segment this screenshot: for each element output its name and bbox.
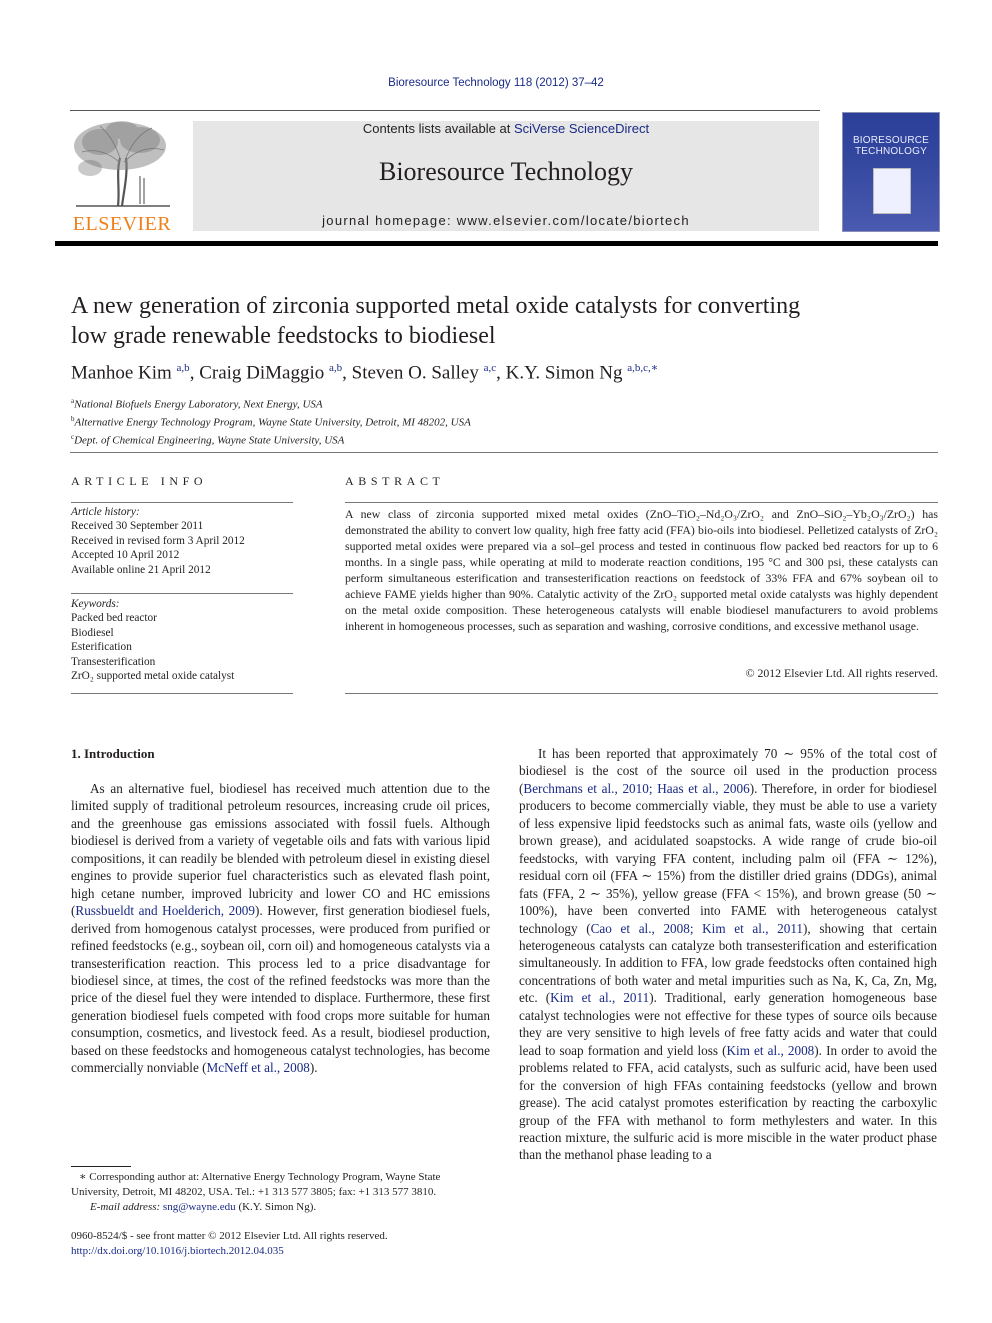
section-rule bbox=[70, 452, 938, 453]
journal-citation-link[interactable]: Bioresource Technology 118 (2012) 37–42 bbox=[0, 77, 992, 89]
masthead-thick-rule bbox=[55, 241, 938, 246]
affiliation-text: Dept. of Chemical Engineering, Wayne Sta… bbox=[74, 434, 345, 447]
citation-link[interactable]: Cao et al., 2008; Kim et al., 2011 bbox=[591, 921, 803, 936]
body-text: ). bbox=[309, 1060, 318, 1076]
email-label: E-mail address: bbox=[90, 1201, 163, 1213]
article-info-heading: ARTICLE INFO bbox=[71, 474, 208, 488]
cover-title-line1: BIORESOURCE bbox=[852, 135, 930, 146]
article-info-rule bbox=[71, 593, 293, 594]
author-name: K.Y. Simon Ng bbox=[505, 362, 623, 384]
abstract-heading: ABSTRACT bbox=[345, 474, 445, 488]
corresponding-author-footnote: ∗ Corresponding author at: Alternative E… bbox=[71, 1170, 490, 1215]
affiliation-item: bAlternative Energy Technology Program, … bbox=[71, 412, 471, 430]
author-affil-link[interactable]: a,c bbox=[484, 362, 497, 374]
keyword-item: ZrO₂ supported metal oxide catalyst bbox=[71, 670, 235, 683]
history-label: Article history: bbox=[71, 506, 140, 518]
article-history: Article history: Received 30 September 2… bbox=[71, 505, 245, 577]
author-name: Craig DiMaggio bbox=[199, 362, 325, 384]
keyword-item: Transesterification bbox=[71, 655, 156, 668]
introduction-heading: 1. Introduction bbox=[71, 746, 155, 761]
article-info-rule bbox=[71, 502, 293, 503]
journal-homepage[interactable]: journal homepage: www.elsevier.com/locat… bbox=[193, 213, 819, 228]
article-title: A new generation of zirconia supported m… bbox=[71, 291, 921, 351]
email-owner: (K.Y. Simon Ng). bbox=[235, 1201, 317, 1213]
author-affil-link[interactable]: a,b bbox=[177, 362, 190, 374]
affiliation-item: aNational Biofuels Energy Laboratory, Ne… bbox=[71, 394, 471, 412]
tree-icon bbox=[74, 121, 170, 207]
affiliation-text: Alternative Energy Technology Program, W… bbox=[74, 416, 471, 429]
cover-title: BIORESOURCE TECHNOLOGY bbox=[843, 135, 939, 157]
issn-line: 0960-8524/$ - see front matter © 2012 El… bbox=[71, 1230, 388, 1242]
elsevier-wordmark: ELSEVIER bbox=[72, 213, 172, 235]
article-info-rule bbox=[71, 693, 293, 694]
issn-doi: 0960-8524/$ - see front matter © 2012 El… bbox=[71, 1229, 388, 1259]
body-column-right: It has been reported that approximately … bbox=[519, 745, 937, 1164]
citation-link[interactable]: Kim et al., 2011 bbox=[550, 990, 649, 1005]
contents-availability: Contents lists available at SciVerse Sci… bbox=[193, 121, 819, 136]
sciencedirect-link[interactable]: SciVerse ScienceDirect bbox=[514, 121, 649, 136]
cover-title-line2: TECHNOLOGY bbox=[854, 146, 927, 157]
keyword-item: Packed bed reactor bbox=[71, 612, 157, 625]
email-link[interactable]: sng@wayne.edu bbox=[163, 1201, 236, 1213]
affiliation-item: cDept. of Chemical Engineering, Wayne St… bbox=[71, 430, 471, 448]
affiliations: aNational Biofuels Energy Laboratory, Ne… bbox=[71, 394, 471, 448]
article-title-line2: low grade renewable feedstocks to biodie… bbox=[71, 323, 496, 349]
body-column-left: As an alternative fuel, biodiesel has re… bbox=[71, 780, 490, 1077]
journal-title: Bioresource Technology bbox=[378, 157, 634, 186]
journal-cover-thumbnail[interactable]: BIORESOURCE TECHNOLOGY bbox=[842, 112, 940, 232]
author-list: Manhoe Kim a,b, Craig DiMaggio a,b, Stev… bbox=[71, 362, 659, 384]
citation-link[interactable]: Kim et al., 2008 bbox=[727, 1043, 815, 1058]
cover-figure bbox=[873, 168, 911, 214]
author-affil-link[interactable]: a,b,c,∗ bbox=[627, 362, 658, 374]
doi-link[interactable]: http://dx.doi.org/10.1016/j.biortech.201… bbox=[71, 1245, 284, 1257]
body-text: As an alternative fuel, biodiesel has re… bbox=[71, 781, 490, 919]
citation-link[interactable]: Berchmans et al., 2010; Haas et al., 200… bbox=[523, 781, 749, 796]
elsevier-logo: ELSEVIER bbox=[70, 118, 174, 235]
keyword-item: Esterification bbox=[71, 641, 132, 654]
footnote-email: E-mail address: sng@wayne.edu (K.Y. Simo… bbox=[71, 1200, 490, 1215]
history-item: Accepted 10 April 2012 bbox=[71, 549, 180, 562]
keywords-label: Keywords: bbox=[71, 598, 120, 610]
article-title-line1: A new generation of zirconia supported m… bbox=[71, 293, 801, 319]
author-name: Manhoe Kim bbox=[71, 362, 172, 384]
abstract-rule bbox=[345, 693, 938, 694]
body-text: ). In order to avoid the problems relate… bbox=[519, 1042, 937, 1163]
abstract-rule bbox=[345, 502, 938, 503]
affiliation-text: National Biofuels Energy Laboratory, Nex… bbox=[74, 398, 323, 411]
body-text: ). However, first generation biodiesel f… bbox=[71, 903, 490, 1076]
body-text: ). Therefore, in order for biodiesel pro… bbox=[519, 780, 937, 936]
citation-link[interactable]: McNeff et al., 2008 bbox=[207, 1060, 310, 1075]
footnote-corresponding: ∗ Corresponding author at: Alternative E… bbox=[71, 1170, 490, 1200]
citation-link[interactable]: Russbueldt and Hoelderich, 2009 bbox=[75, 903, 255, 918]
author-name: Steven O. Salley bbox=[351, 362, 479, 384]
keywords: Keywords: Packed bed reactor Biodiesel E… bbox=[71, 597, 234, 683]
footnote-rule bbox=[71, 1166, 131, 1167]
abstract-copyright: © 2012 Elsevier Ltd. All rights reserved… bbox=[745, 666, 938, 680]
contents-prefix: Contents lists available at bbox=[362, 121, 514, 136]
author-affil-link[interactable]: a,b bbox=[329, 362, 342, 374]
header-rule bbox=[70, 110, 820, 111]
keyword-item: Biodiesel bbox=[71, 626, 114, 639]
footnote-text: Corresponding author at: Alternative Ene… bbox=[71, 1171, 441, 1198]
history-item: Received in revised form 3 April 2012 bbox=[71, 534, 245, 547]
history-item: Available online 21 April 2012 bbox=[71, 563, 211, 576]
history-item: Received 30 September 2011 bbox=[71, 520, 204, 533]
abstract-text: A new class of zirconia supported mixed … bbox=[345, 507, 938, 633]
